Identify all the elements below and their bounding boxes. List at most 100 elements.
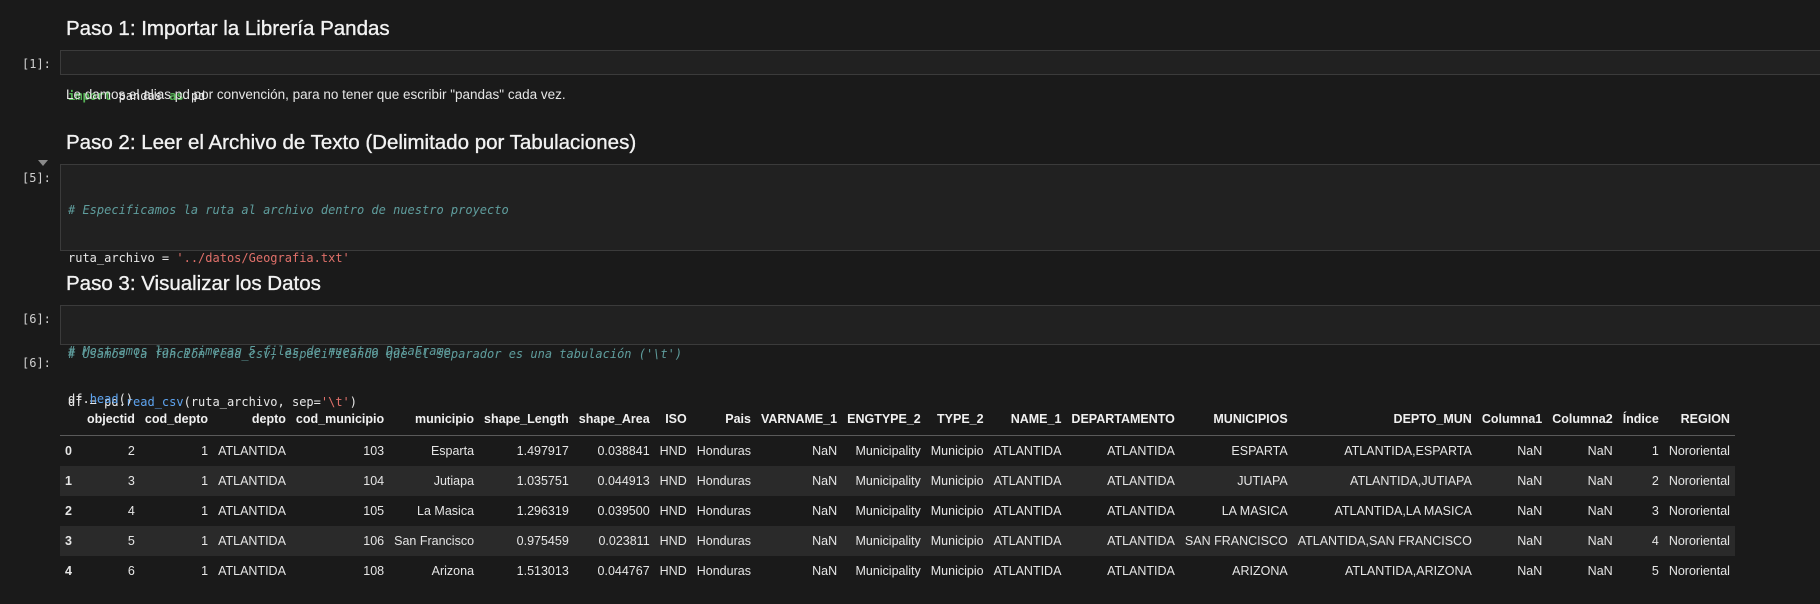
table-cell: 2 bbox=[127, 444, 135, 458]
table-cell: 1.497917 bbox=[516, 444, 569, 458]
table-cell: 104 bbox=[290, 466, 390, 496]
row-index: 4 bbox=[65, 564, 72, 578]
table-row: 3 5 1 ATLANTIDA 106 San Francisco 0.975459 0.02… bbox=[60, 526, 1735, 556]
row-index: 3 bbox=[60, 526, 82, 556]
table-cell: 0.044913 bbox=[573, 466, 655, 496]
table-cell: 1 bbox=[1651, 444, 1659, 458]
table-cell: 108 bbox=[363, 564, 385, 578]
table-body: 0 2 1 ATLANTIDA 103 Esparta 1.497917 0.038841 HN… bbox=[60, 436, 1735, 587]
table-cell: ATLANTIDA,LA MASICA bbox=[1334, 504, 1472, 518]
table-cell: NaN bbox=[1476, 466, 1548, 496]
table-cell: NaN bbox=[1547, 526, 1618, 556]
table-cell: Honduras bbox=[696, 444, 751, 458]
code-cell-read-csv[interactable]: # Especificamos la ruta al archivo dentr… bbox=[60, 164, 1820, 409]
table-cell: 1 bbox=[139, 526, 214, 556]
code-cell-import[interactable]: import pandas as pd bbox=[60, 50, 1820, 103]
table-cell: ESPARTA bbox=[1231, 444, 1288, 458]
table-cell: NaN bbox=[1517, 504, 1543, 518]
column-header: shape_Area bbox=[573, 403, 655, 436]
code-comment: # Especificamos la ruta al archivo dentr… bbox=[68, 203, 509, 217]
table-cell: Municipality bbox=[855, 444, 921, 458]
table-cell: NaN bbox=[812, 504, 838, 518]
table-cell: ARIZONA bbox=[1232, 564, 1288, 578]
column-header: cod_municipio bbox=[290, 403, 390, 436]
table-cell: ATLANTIDA bbox=[1107, 504, 1175, 518]
table-cell: 1 bbox=[201, 504, 209, 518]
table-cell: HND bbox=[659, 564, 687, 578]
table-row: 0 2 1 ATLANTIDA 103 Esparta 1.497917 0.038841 HN… bbox=[60, 436, 1735, 467]
table-cell: 1.513013 bbox=[516, 564, 569, 578]
table-cell: Honduras bbox=[696, 504, 751, 518]
table-cell: NaN bbox=[755, 466, 843, 496]
table-cell: Nororiental bbox=[1668, 564, 1730, 578]
table-cell: HND bbox=[659, 504, 687, 518]
table-cell: 0.975459 bbox=[479, 526, 574, 556]
column-header: ENGTYPE_2 bbox=[842, 403, 926, 436]
table-cell: Nororiental bbox=[1663, 466, 1735, 496]
table-cell: NaN bbox=[1476, 526, 1548, 556]
table-cell: SAN FRANCISCO bbox=[1179, 526, 1293, 556]
table-header-row: objectid cod_depto depto cod_municipio munic… bbox=[60, 403, 1735, 436]
table-cell: ATLANTIDA bbox=[988, 466, 1067, 496]
table-cell: 2 bbox=[1617, 466, 1664, 496]
table-cell: Honduras bbox=[691, 526, 756, 556]
table-cell: Honduras bbox=[691, 466, 756, 496]
markdown-heading-paso-1: Paso 1: Importar la Librería Pandas bbox=[66, 17, 390, 40]
table-cell: 0.038841 bbox=[597, 444, 650, 458]
table-cell: 1 bbox=[201, 444, 209, 458]
table-cell: ATLANTIDA bbox=[988, 526, 1067, 556]
table-cell: NaN bbox=[812, 444, 838, 458]
column-header: MUNICIPIOS bbox=[1179, 403, 1293, 436]
table-cell: 105 bbox=[363, 504, 385, 518]
table-cell: 103 bbox=[363, 444, 385, 458]
column-header: DEPTO_MUN bbox=[1292, 403, 1477, 436]
table-cell: 1.296319 bbox=[516, 504, 569, 518]
table-cell: Arizona bbox=[431, 564, 475, 578]
table-cell: Municipio bbox=[930, 444, 984, 458]
table-cell: Municipality bbox=[842, 526, 926, 556]
column-header: NAME_1 bbox=[988, 403, 1067, 436]
table-cell: HND bbox=[659, 444, 687, 458]
table-cell: Jutiapa bbox=[389, 466, 480, 496]
table-cell: NaN bbox=[812, 564, 838, 578]
column-header: Columna1 bbox=[1476, 403, 1548, 436]
column-header: Índice bbox=[1617, 403, 1664, 436]
table-cell: Nororiental bbox=[1668, 504, 1730, 518]
table-cell: ATLANTIDA,JUTIAPA bbox=[1292, 466, 1477, 496]
table-cell: 6 bbox=[127, 564, 135, 578]
code-cell-head[interactable]: # Mostramos las primeras 5 filas de nues… bbox=[60, 305, 1820, 406]
table-cell: NaN bbox=[1547, 466, 1618, 496]
table-cell: ATLANTIDA bbox=[993, 504, 1062, 518]
column-header: TYPE_2 bbox=[925, 403, 989, 436]
table-cell: Municipio bbox=[930, 564, 984, 578]
table-cell: Nororiental bbox=[1668, 444, 1730, 458]
cell-prompt-1: [1]: bbox=[22, 57, 51, 71]
table-cell: NaN bbox=[1587, 444, 1613, 458]
table-cell: NaN bbox=[1587, 504, 1613, 518]
table-cell: 106 bbox=[290, 526, 390, 556]
table-cell: NaN bbox=[1517, 444, 1543, 458]
table-cell: ATLANTIDA,SAN FRANCISCO bbox=[1292, 526, 1477, 556]
table-cell: 4 bbox=[127, 504, 135, 518]
table-cell: San Francisco bbox=[389, 526, 480, 556]
code-string: '../datos/Geografia.txt' bbox=[176, 251, 350, 265]
table-cell: Honduras bbox=[696, 564, 751, 578]
table-cell: HND bbox=[654, 526, 692, 556]
table-cell: NaN bbox=[1587, 564, 1613, 578]
table-cell: 3 bbox=[81, 466, 140, 496]
column-header: objectid bbox=[81, 403, 140, 436]
column-header: shape_Length bbox=[479, 403, 574, 436]
cell-prompt-2: [5]: bbox=[22, 171, 51, 185]
table-cell: 1 bbox=[139, 466, 214, 496]
collapse-heading-icon[interactable] bbox=[38, 160, 48, 166]
table-cell: ATLANTIDA,ESPARTA bbox=[1344, 444, 1472, 458]
column-header: Pais bbox=[691, 403, 756, 436]
table-cell: JUTIAPA bbox=[1179, 466, 1293, 496]
code-comment: # Mostramos las primeras 5 filas de nues… bbox=[68, 344, 451, 358]
table-cell: 1.035751 bbox=[479, 466, 574, 496]
table-cell: ATLANTIDA bbox=[1107, 444, 1175, 458]
output-prompt-3: [6]: bbox=[22, 356, 51, 370]
table-cell: 5 bbox=[1651, 564, 1659, 578]
markdown-paragraph-alias: Le damos el alias pd por convención, par… bbox=[66, 87, 566, 102]
column-header: depto bbox=[213, 403, 291, 436]
